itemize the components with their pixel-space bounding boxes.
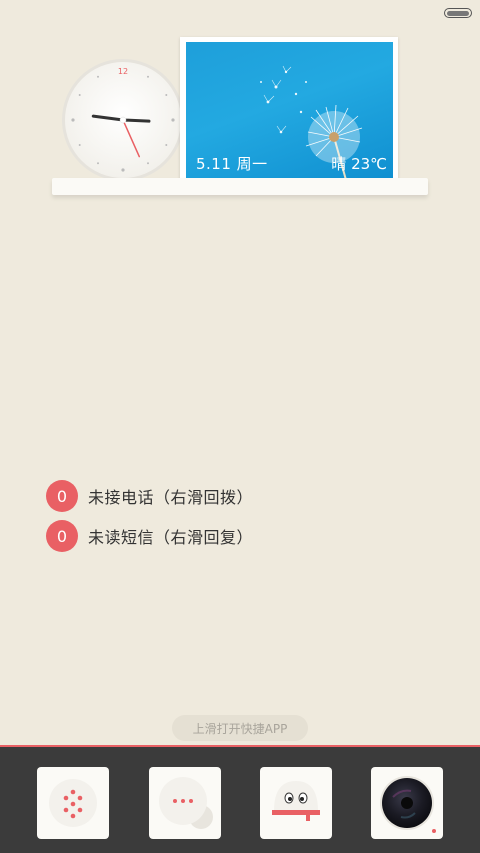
- clock-tick: [97, 75, 99, 78]
- flashlight-app-button[interactable]: [260, 767, 332, 839]
- clock-tick: [165, 94, 168, 96]
- clock-tick: [171, 118, 175, 122]
- unread-sms-notification[interactable]: 0 未读短信（右滑回复）: [46, 520, 253, 552]
- camera-lens-icon: [380, 776, 436, 833]
- dialer-app-button[interactable]: [37, 767, 109, 839]
- chat-bubble-icon: [159, 777, 213, 829]
- clock-tick: [97, 162, 99, 165]
- clock-tick: [121, 168, 125, 172]
- clock-tick: [165, 144, 168, 146]
- unread-sms-count-badge: 0: [46, 520, 78, 552]
- clock-twelve-label: 12: [118, 67, 128, 76]
- missed-calls-count-badge: 0: [46, 480, 78, 512]
- weather-label: 晴 23℃: [331, 155, 387, 173]
- unread-sms-label: 未读短信（右滑回复）: [88, 528, 254, 547]
- dialpad-icon: [49, 779, 97, 827]
- analog-clock[interactable]: 12: [61, 58, 185, 182]
- camera-app-button[interactable]: [371, 767, 443, 839]
- clock-tick: [78, 94, 81, 96]
- clock-tick: [147, 162, 149, 165]
- clock-tick: [78, 144, 81, 146]
- clock-tick: [71, 118, 75, 122]
- missed-calls-label: 未接电话（右滑回拨）: [88, 488, 254, 507]
- photo-weather-widget[interactable]: 5.11 周一 晴 23℃: [180, 37, 398, 185]
- clock-tick: [147, 75, 149, 78]
- swipe-up-hint[interactable]: 上滑打开快捷APP: [172, 715, 308, 741]
- ghost-icon: [272, 781, 320, 821]
- minute-hand: [121, 118, 151, 123]
- missed-calls-notification[interactable]: 0 未接电话（右滑回拨）: [46, 480, 253, 512]
- battery-icon: [444, 8, 472, 18]
- quick-app-dock: [0, 745, 480, 853]
- dandelion-photo: 5.11 周一 晴 23℃: [186, 42, 393, 180]
- date-label: 5.11 周一: [196, 155, 268, 173]
- widget-shelf: [52, 178, 428, 195]
- messages-app-button[interactable]: [149, 767, 221, 839]
